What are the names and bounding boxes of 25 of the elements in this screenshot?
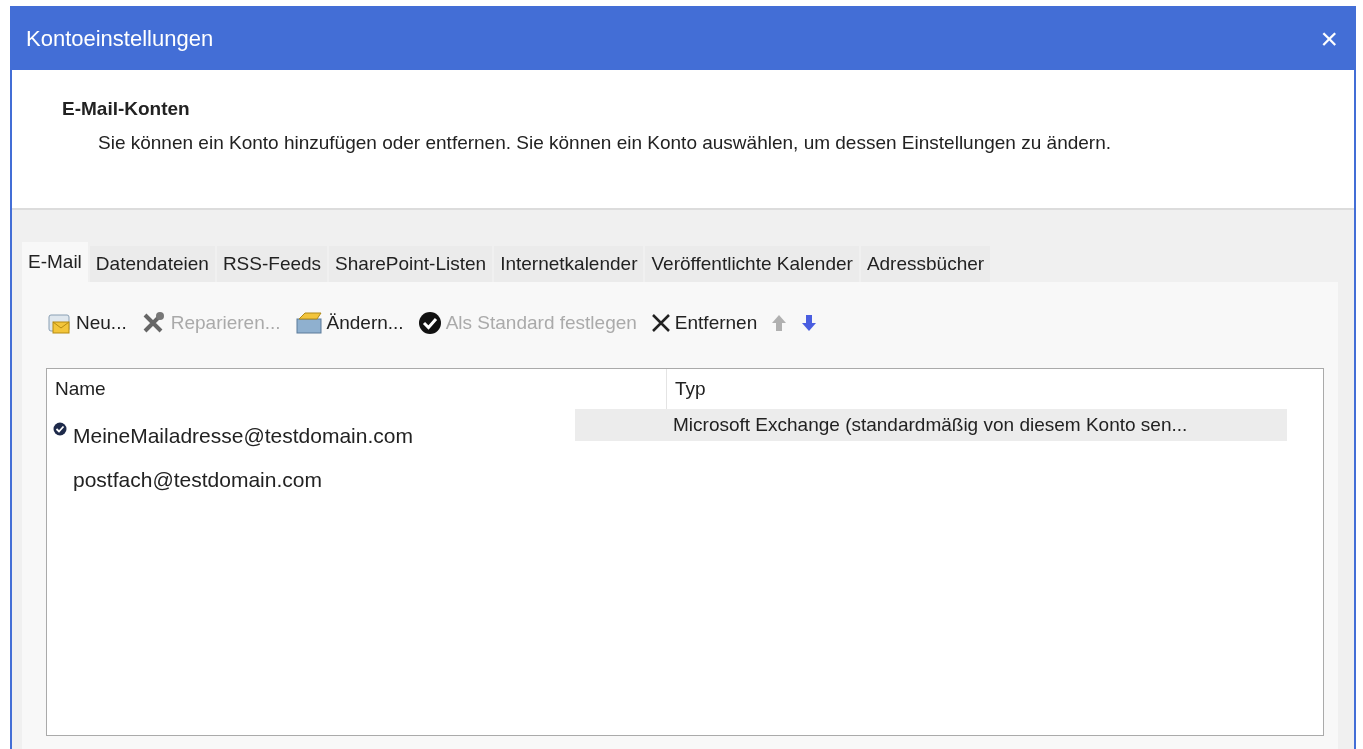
tab[interactable]: RSS-Feeds [216, 246, 328, 282]
toolbar-button[interactable]: Entfernen [650, 312, 758, 334]
account-name[interactable]: postfach@testdomain.com [73, 458, 322, 492]
account-name[interactable]: MeineMailadresse@testdomain.com [73, 414, 413, 448]
tab[interactable]: SharePoint-Listen [329, 246, 493, 282]
tab[interactable]: Veröffentlichte Kalender [645, 246, 859, 282]
tab[interactable]: E-Mail [22, 242, 88, 282]
arrow-up-icon [771, 314, 788, 332]
arrow-down-button[interactable] [801, 314, 818, 332]
description-text: Sie können ein Konto hinzufügen oder entfernen. Sie können ein Konto auswählen, um dessen Einstellungen zu ändern. [98, 132, 1112, 154]
window-title: Kontoeinstellungen [26, 26, 214, 52]
arrow-down-icon [801, 314, 818, 332]
column-header[interactable]: Typ [667, 369, 1287, 409]
close-icon [650, 313, 671, 333]
selected-row-highlight[interactable]: Microsoft Exchange (standardmäßig von diesem Konto sen... [575, 409, 1287, 441]
tab[interactable]: Datendateien [89, 246, 215, 282]
check-circle-icon [417, 311, 442, 335]
account-type: Microsoft Exchange (standardmäßig von diesem Konto sen... [673, 414, 1188, 436]
toolbar-button[interactable]: Neu... [46, 310, 127, 336]
tab[interactable]: Adressbücher [860, 246, 991, 282]
section-heading: E-Mail-Konten [62, 98, 191, 120]
close-button[interactable]: × [1316, 24, 1342, 54]
folder-icon [294, 311, 323, 335]
tab[interactable]: Internetkalender [494, 246, 644, 282]
toolbar-button[interactable]: Ändern... [294, 311, 404, 335]
